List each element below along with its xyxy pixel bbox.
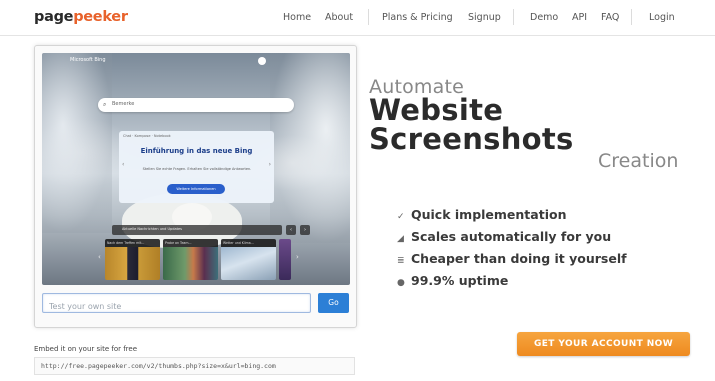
news-image — [279, 239, 291, 280]
chevron-left-icon: ‹ — [286, 225, 296, 235]
nav-demo[interactable]: Demo — [530, 12, 558, 23]
popup-subtitle: Stellen Sie echte Fragen. Erhalten Sie v… — [142, 167, 252, 171]
bing-intro-popup: Chat · Kompose · Notebook ‹ › Einführung… — [119, 131, 274, 203]
news-card: Probe an Team... — [163, 239, 218, 280]
popup-tabs: Chat · Kompose · Notebook — [123, 134, 171, 138]
nav-plans-pricing[interactable]: Plans & Pricing — [382, 12, 453, 23]
chevron-right-icon: › — [300, 225, 310, 235]
nav-faq[interactable]: FAQ — [601, 12, 619, 23]
nav-login[interactable]: Login — [649, 12, 675, 23]
news-caption: Nach dem Treffen mit... — [105, 239, 160, 247]
chevron-right-icon: › — [268, 161, 271, 168]
news-bar: Aktuelle Nachrichten und Updates — [112, 225, 282, 235]
pencil-icon: ✓ — [397, 212, 405, 222]
news-caption: Probe an Team... — [163, 239, 218, 247]
bing-screenshot-preview: Microsoft Bing ⌕ Bemerke Chat · Kompose … — [42, 53, 350, 285]
feature-text: 99.9% uptime — [411, 273, 509, 288]
nav-divider — [368, 9, 369, 25]
news-caption: Wetter und Klima... — [221, 239, 276, 247]
feature-item: ◢ Scales automatically for you — [397, 229, 611, 244]
hero-line-screenshots: Screenshots — [369, 122, 574, 156]
popup-title: Einführung in das neue Bing — [140, 147, 253, 155]
site-logo[interactable]: pagepeeker — [34, 9, 128, 25]
hero-line-creation: Creation — [598, 150, 679, 172]
snowy-tree — [270, 53, 350, 243]
feature-item: ✓ Quick implementation — [397, 207, 566, 222]
news-image — [105, 247, 160, 280]
search-icon: ⌕ — [103, 101, 107, 108]
bing-search-placeholder: Bemerke — [112, 101, 135, 107]
go-button[interactable]: Go — [318, 293, 349, 313]
feature-text: Quick implementation — [411, 207, 567, 222]
embed-code-box[interactable]: http://free.pagepeeker.com/v2/thumbs.php… — [34, 357, 355, 375]
news-bar-text: Aktuelle Nachrichten und Updates — [122, 227, 182, 231]
news-card: Nach dem Treffen mit... — [105, 239, 160, 280]
news-image — [163, 247, 218, 280]
snowy-tree — [42, 53, 112, 233]
list-icon: ≣ — [397, 256, 405, 266]
feature-item: ≣ Cheaper than doing it yourself — [397, 251, 627, 266]
bing-logo: Microsoft Bing — [70, 57, 106, 63]
circle-icon: ● — [397, 278, 405, 288]
profile-icon — [258, 57, 266, 65]
nav-divider — [513, 9, 514, 25]
nav-signup[interactable]: Signup — [468, 12, 501, 23]
get-account-button[interactable]: GET YOUR ACCOUNT NOW — [517, 332, 690, 356]
chevron-left-icon: ‹ — [122, 161, 125, 168]
nav-home[interactable]: Home — [283, 12, 311, 23]
news-image — [221, 247, 276, 280]
preview-card: Microsoft Bing ⌕ Bemerke Chat · Kompose … — [34, 45, 357, 328]
logo-part-page: page — [34, 9, 74, 25]
site-header: pagepeeker Home About Plans & Pricing Si… — [0, 0, 715, 36]
carousel-right-icon: › — [296, 253, 299, 261]
test-site-field[interactable] — [42, 293, 311, 316]
bing-search-box: ⌕ Bemerke — [98, 98, 294, 112]
logo-part-peeker: peeker — [73, 9, 128, 25]
feature-text: Scales automatically for you — [411, 229, 612, 244]
feature-text: Cheaper than doing it yourself — [411, 251, 627, 266]
nav-api[interactable]: API — [572, 12, 587, 23]
test-site-input[interactable] — [43, 297, 310, 316]
embed-label: Embed it on your site for free — [34, 345, 138, 353]
embed-code[interactable]: http://free.pagepeeker.com/v2/thumbs.php… — [41, 362, 276, 370]
carousel-left-icon: ‹ — [98, 253, 101, 261]
news-card — [279, 239, 291, 280]
popup-button: Weitere Informationen — [167, 184, 225, 194]
nav-about[interactable]: About — [325, 12, 353, 23]
nav-divider — [631, 9, 632, 25]
chart-icon: ◢ — [397, 234, 404, 244]
feature-item: ● 99.9% uptime — [397, 273, 508, 288]
news-card: Wetter und Klima... — [221, 239, 276, 280]
